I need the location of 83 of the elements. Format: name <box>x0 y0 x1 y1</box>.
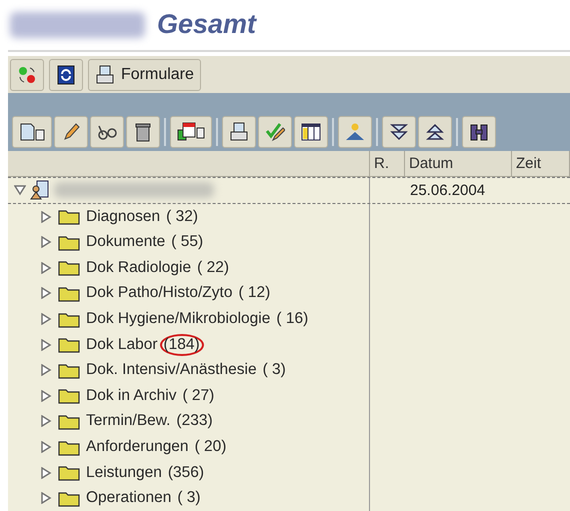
check-icon <box>265 122 285 142</box>
double-down-arrow-icon <box>389 122 409 142</box>
table-button[interactable] <box>294 116 328 148</box>
folder-icon <box>58 234 80 251</box>
count-label: (233) <box>175 411 214 432</box>
printer-button[interactable] <box>222 116 256 148</box>
pencil-icon <box>61 122 81 142</box>
tree-node-label[interactable]: Operationen <box>86 489 172 508</box>
count-label: ( 22) <box>196 258 230 278</box>
calendar-icon <box>177 122 205 142</box>
folder-icon <box>58 464 80 482</box>
column-header[interactable]: Zeit <box>512 151 570 177</box>
count-label: ( 27) <box>181 386 216 406</box>
tree-node-label[interactable]: Dok Patho/Histo/Zyto <box>86 284 232 302</box>
expand-arrow-icon[interactable] <box>40 415 52 428</box>
tree-node-label[interactable]: Diagnosen <box>86 208 160 226</box>
tree-node-label[interactable]: Dok Labor <box>86 336 158 354</box>
count-label: ( 20) <box>194 437 228 458</box>
status-button[interactable] <box>10 58 44 91</box>
double-up-arrow-button[interactable] <box>418 116 452 148</box>
person-landscape-button[interactable] <box>338 116 372 148</box>
count-label: ( 55) <box>170 232 204 252</box>
expand-arrow-icon[interactable] <box>40 313 52 326</box>
count-label: ( 12) <box>237 283 272 304</box>
binoculars-icon <box>469 122 489 142</box>
folder-icon <box>58 387 80 404</box>
double-up-arrow-icon <box>425 122 445 142</box>
count-label: ( 16) <box>275 309 310 330</box>
expand-arrow-icon[interactable] <box>40 262 52 274</box>
formulare-button[interactable]: Formulare <box>88 58 201 91</box>
circled-count: (184) <box>160 334 204 356</box>
expand-arrow-icon[interactable] <box>40 492 52 504</box>
count-label: ( 3) <box>176 488 202 508</box>
printer-icon <box>95 64 115 85</box>
refresh-button[interactable] <box>49 58 83 91</box>
expand-arrow-icon[interactable] <box>40 210 52 223</box>
binoculars-button[interactable] <box>462 116 496 148</box>
expand-arrow-icon[interactable] <box>40 390 52 402</box>
expand-arrow-icon[interactable] <box>40 338 52 351</box>
table-icon <box>301 122 321 142</box>
refresh-icon <box>56 64 76 85</box>
tree-node-label[interactable]: Dok. Intensiv/Anästhesie <box>86 361 257 380</box>
tree-node-label[interactable]: Dok Hygiene/Mikrobiologie <box>86 310 270 328</box>
new-document-button[interactable] <box>12 116 52 148</box>
expand-arrow-icon[interactable] <box>40 364 52 376</box>
expand-arrow-icon[interactable] <box>40 466 52 479</box>
count-label: (356) <box>166 462 206 483</box>
glasses-button[interactable] <box>90 116 124 148</box>
tree-node-label[interactable]: Dok Radiologie <box>86 258 192 277</box>
pencil-button[interactable] <box>54 116 88 148</box>
window-title: Gesamt <box>157 9 256 40</box>
folder-icon <box>58 438 80 456</box>
folder-icon <box>58 284 80 302</box>
column-header[interactable]: R. <box>370 151 405 177</box>
double-down-arrow-button[interactable] <box>382 116 416 148</box>
folder-icon <box>58 336 80 354</box>
check-button[interactable] <box>258 116 292 148</box>
expand-arrow-icon[interactable] <box>40 236 52 248</box>
folder-icon <box>58 412 80 430</box>
tree-node-label[interactable]: Termin/Bew. <box>86 412 170 430</box>
calendar-button[interactable] <box>170 116 212 148</box>
expand-arrow-icon[interactable] <box>40 441 52 454</box>
folder-icon <box>58 362 80 379</box>
printer-icon <box>229 122 249 142</box>
count-label: ( 32) <box>165 206 199 227</box>
tree-node-label[interactable]: Anforderungen <box>86 438 189 456</box>
trash-button[interactable] <box>126 116 160 148</box>
tree-node-label[interactable]: Dok in Archiv <box>86 386 176 405</box>
trash-icon <box>133 122 153 142</box>
traffic-lights-icon <box>17 64 37 85</box>
expand-arrow-icon[interactable] <box>40 287 52 300</box>
count-label: ( 3) <box>262 360 287 380</box>
folder-icon <box>58 310 80 328</box>
patient-icon <box>30 180 50 200</box>
date-cell-text: 25.06.2004 <box>409 182 486 199</box>
folder-icon <box>58 490 80 507</box>
folder-icon <box>58 259 80 276</box>
tree-node-label[interactable]: Leistungen <box>86 464 162 482</box>
folder-icon <box>58 208 80 226</box>
new-document-icon <box>19 122 45 142</box>
collapse-arrow-icon[interactable] <box>14 184 26 196</box>
person-landscape-icon <box>345 122 365 142</box>
tree-node-label[interactable]: Dokumente <box>86 233 166 252</box>
